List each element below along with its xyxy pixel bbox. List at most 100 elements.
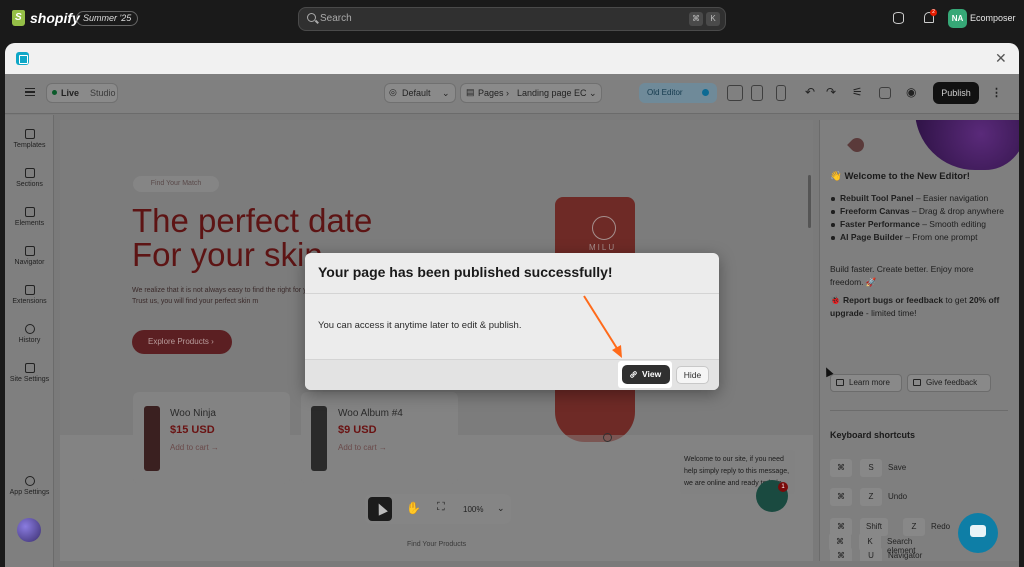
shortcut-cmd-key: ⌘ xyxy=(689,12,703,26)
edition-badge[interactable]: Summer '25 xyxy=(76,11,139,26)
add-to-cart-link[interactable]: Add to cart → xyxy=(170,443,219,452)
list-item: Rebuilt Tool Panel – Easier navigation xyxy=(830,192,1008,205)
ecomposer-app-icon xyxy=(16,52,29,65)
page-icon: ▤ xyxy=(466,87,475,97)
close-icon[interactable]: ✕ xyxy=(995,50,1007,67)
feature-desc: – Smooth editing xyxy=(919,219,986,229)
more-options-icon[interactable]: ⋮ xyxy=(991,86,1002,99)
rail-item-extensions[interactable]: Extensions xyxy=(5,285,54,305)
user-avatar[interactable] xyxy=(17,518,41,542)
tablet-view-icon[interactable] xyxy=(751,85,763,101)
toggle-knob-icon xyxy=(702,89,709,96)
shortcut-label: Save xyxy=(888,463,907,472)
inspect-icon[interactable] xyxy=(879,87,891,99)
breadcrumb-page: Landing page EC xyxy=(517,88,587,98)
feature-desc: – Easier navigation xyxy=(913,193,989,203)
welcome-title: 👋 Welcome to the New Editor! xyxy=(830,171,970,182)
shortcuts-title: Keyboard shortcuts xyxy=(830,430,916,440)
shortcut-key: ⌘ xyxy=(829,533,851,551)
shopify-bag-icon xyxy=(12,10,25,26)
sections-icon xyxy=(24,168,35,178)
redo-icon[interactable]: ↷ xyxy=(826,85,836,99)
shopify-admin-bar: shopify Summer '25 Search ⌘ K 2 NA Ecomp… xyxy=(0,0,1024,38)
product-price: $9 USD xyxy=(338,424,377,436)
live-dot-icon xyxy=(52,90,57,95)
rail-item-label: Sections xyxy=(16,181,43,188)
desktop-view-icon[interactable] xyxy=(727,85,743,101)
hand-pan-icon[interactable]: ✋ xyxy=(406,501,421,515)
rail-item-label: Navigator xyxy=(14,259,45,266)
shopify-logo[interactable]: shopify xyxy=(12,10,80,26)
select-cursor-icon[interactable] xyxy=(368,497,392,521)
left-rail: Templates Sections Elements Navigator Ex… xyxy=(5,115,54,567)
breadcrumb-separator: › xyxy=(506,88,509,98)
feedback-icon xyxy=(913,379,921,386)
elements-icon xyxy=(24,207,35,217)
list-item: Faster Performance – Smooth editing xyxy=(830,218,1008,231)
dialog-message: You can access it anytime later to edit … xyxy=(318,320,522,331)
shortcut-key: Z xyxy=(860,488,882,506)
feature-name: Rebuilt Tool Panel xyxy=(840,193,914,203)
shortcut-label: Redo xyxy=(931,522,951,531)
fit-screen-icon[interactable]: ⛶ xyxy=(437,501,445,514)
zoom-level[interactable]: 100% xyxy=(463,505,483,514)
shortcut-key: S xyxy=(860,459,882,477)
studio-label[interactable]: Studio xyxy=(90,88,116,98)
view-button[interactable]: View xyxy=(622,365,670,384)
find-your-match-pill[interactable]: Find Your Match xyxy=(133,176,219,192)
rail-item-sections[interactable]: Sections xyxy=(5,168,54,188)
report-bold: Report bugs or feedback xyxy=(842,295,944,305)
feature-list: Rebuilt Tool Panel – Easier navigation F… xyxy=(830,192,1008,244)
hide-button[interactable]: Hide xyxy=(676,366,709,384)
navigator-icon xyxy=(24,246,35,256)
shortcut-label: Search element xyxy=(887,537,916,555)
preview-eye-icon[interactable]: ◉ xyxy=(906,85,916,99)
global-search-input[interactable]: Search ⌘ K xyxy=(298,7,726,31)
shortcut-key: ⌘ xyxy=(830,488,852,506)
store-avatar[interactable]: NA xyxy=(948,9,967,28)
rail-item-elements[interactable]: Elements xyxy=(5,207,54,227)
extensions-icon xyxy=(24,285,35,295)
brand-logo-icon xyxy=(592,216,616,240)
notification-count-badge: 2 xyxy=(930,9,937,16)
chevron-down-icon: ⌄ xyxy=(589,88,597,98)
undo-icon[interactable]: ↶ xyxy=(805,85,815,99)
rail-item-templates[interactable]: Templates xyxy=(5,129,54,149)
rail-item-label: Site Settings xyxy=(9,376,50,383)
list-item: Freeform Canvas – Drag & drop anywhere xyxy=(830,205,1008,218)
shortcut-k-key: K xyxy=(706,12,720,26)
breadcrumb-section: Pages xyxy=(478,88,504,98)
chevron-down-icon[interactable]: ⌄ xyxy=(497,503,505,514)
old-editor-toggle[interactable]: Old Editor xyxy=(639,83,717,103)
chat-badge-count: 1 xyxy=(781,484,785,490)
chat-unread-badge: 1 xyxy=(778,482,788,492)
device-preset-label: Default xyxy=(402,88,431,98)
feature-desc: – Drag & drop anywhere xyxy=(909,206,1004,216)
give-feedback-label: Give feedback xyxy=(926,378,978,387)
publish-button[interactable]: Publish xyxy=(933,82,979,104)
give-feedback-button[interactable]: Give feedback xyxy=(907,374,991,392)
learn-more-button[interactable]: Learn more xyxy=(830,374,902,392)
decorative-blob xyxy=(915,120,1019,170)
database-icon[interactable] xyxy=(893,12,904,24)
add-to-cart-link[interactable]: Add to cart → xyxy=(338,443,387,452)
search-placeholder: Search xyxy=(320,13,352,24)
rail-item-navigator[interactable]: Navigator xyxy=(5,246,54,266)
settings-sliders-icon[interactable]: ⚟ xyxy=(852,85,863,99)
feature-desc: – From one prompt xyxy=(902,232,978,242)
rail-item-site-settings[interactable]: Site Settings xyxy=(5,363,54,383)
hero-description[interactable]: We realize that it is not always easy to… xyxy=(132,285,322,307)
rail-item-app-settings[interactable]: App Settings xyxy=(5,476,54,496)
mobile-view-icon[interactable] xyxy=(776,85,786,101)
rail-item-history[interactable]: History xyxy=(5,324,54,344)
help-chat-icon[interactable] xyxy=(958,513,998,553)
explore-products-button[interactable]: Explore Products › xyxy=(132,330,232,354)
chevron-right-icon: › xyxy=(208,337,214,346)
templates-icon xyxy=(24,129,35,139)
store-name[interactable]: Ecomposer xyxy=(970,13,1016,23)
product-name: Woo Ninja xyxy=(170,408,216,419)
canvas-scrollbar[interactable] xyxy=(808,175,811,228)
menu-icon[interactable] xyxy=(25,88,35,96)
rail-item-label: Extensions xyxy=(12,298,47,305)
publish-success-dialog: Your page has been published successfull… xyxy=(305,253,719,390)
